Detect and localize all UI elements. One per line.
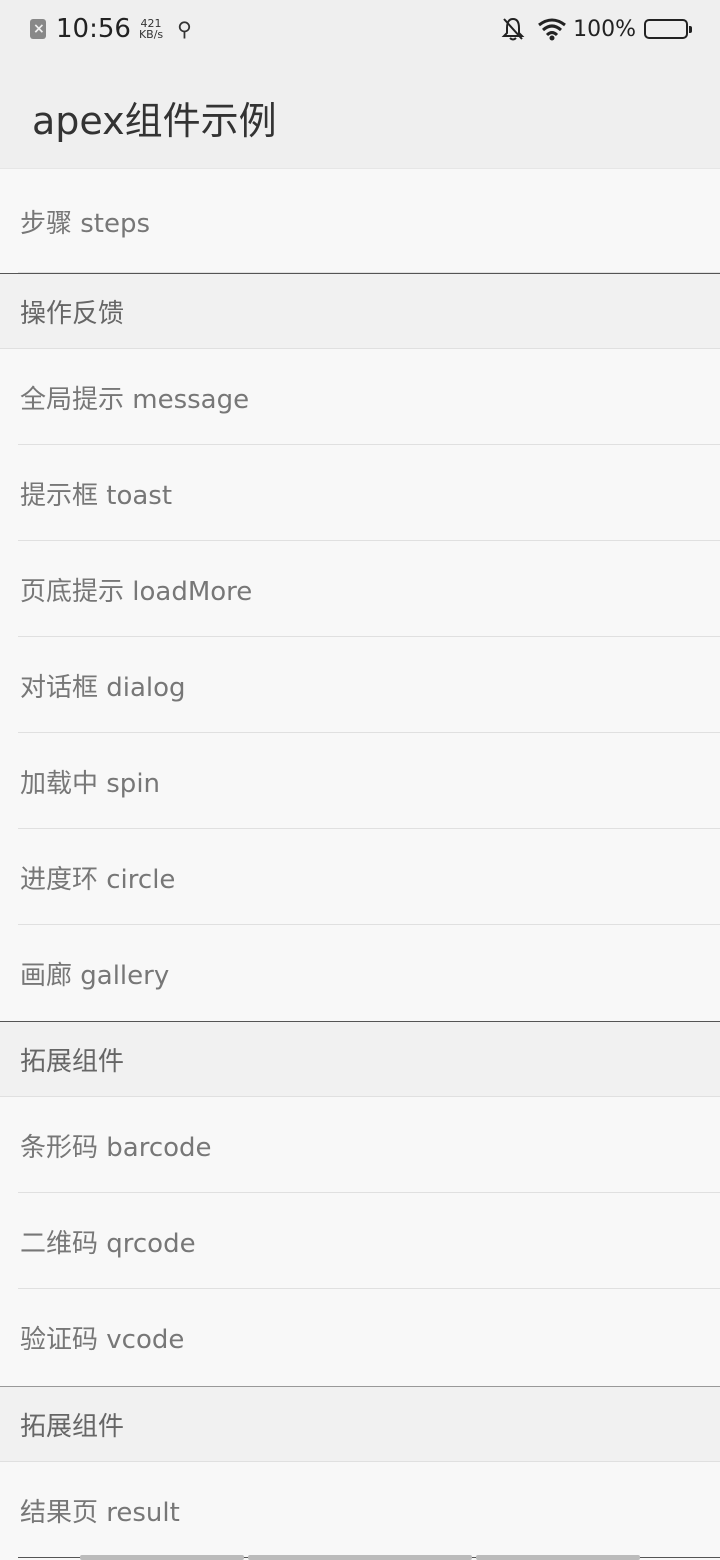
status-bar: 10:56 421 KB/s ⚲ 100% bbox=[0, 0, 720, 58]
page-title: apex组件示例 bbox=[32, 99, 277, 143]
list-item-result[interactable]: 结果页 result bbox=[0, 1462, 720, 1558]
net-speed: 421 KB/s bbox=[139, 18, 163, 40]
section-header-extensions-2: 拓展组件 bbox=[0, 1386, 720, 1462]
list-item-vcode[interactable]: 验证码 vcode bbox=[0, 1289, 720, 1385]
list-item-label: 验证码 vcode bbox=[20, 1324, 185, 1355]
list-item-spin[interactable]: 加载中 spin bbox=[0, 733, 720, 829]
usb-icon: ⚲ bbox=[177, 17, 192, 41]
section-header-extensions: 拓展组件 bbox=[0, 1021, 720, 1097]
battery-percent: 100% bbox=[573, 16, 636, 42]
list-item-barcode[interactable]: 条形码 barcode bbox=[0, 1097, 720, 1193]
list-item-label: 条形码 barcode bbox=[20, 1132, 212, 1163]
section-header-label: 拓展组件 bbox=[20, 1046, 125, 1077]
indicator-segment bbox=[248, 1555, 472, 1560]
list-item-toast[interactable]: 提示框 toast bbox=[0, 445, 720, 541]
list-item-label: 进度环 circle bbox=[20, 864, 176, 895]
app-bar: apex组件示例 bbox=[0, 58, 720, 168]
divider bbox=[0, 273, 720, 274]
list-item-gallery[interactable]: 画廊 gallery bbox=[0, 925, 720, 1021]
list-item-qrcode[interactable]: 二维码 qrcode bbox=[0, 1193, 720, 1289]
sim-error-icon bbox=[30, 19, 46, 39]
list-item-circle[interactable]: 进度环 circle bbox=[0, 829, 720, 925]
section-header-label: 拓展组件 bbox=[20, 1411, 125, 1442]
status-time: 10:56 bbox=[56, 14, 131, 44]
list-item-label: 页底提示 loadMore bbox=[20, 576, 253, 607]
list-item-steps[interactable]: 步骤 steps bbox=[0, 168, 720, 273]
list-item-label: 结果页 result bbox=[20, 1497, 180, 1528]
indicator-segment bbox=[80, 1555, 244, 1560]
list-item-message[interactable]: 全局提示 message bbox=[0, 349, 720, 445]
divider bbox=[0, 1021, 720, 1022]
list-item-label: 加载中 spin bbox=[20, 768, 161, 799]
battery-icon bbox=[644, 19, 692, 39]
list-item-label: 画廊 gallery bbox=[20, 960, 170, 991]
list-item-loadmore[interactable]: 页底提示 loadMore bbox=[0, 541, 720, 637]
list-item-label: 二维码 qrcode bbox=[20, 1228, 196, 1259]
divider bbox=[0, 1386, 720, 1387]
net-speed-unit: KB/s bbox=[138, 28, 164, 41]
mute-bell-icon bbox=[501, 17, 525, 41]
list-item-label: 提示框 toast bbox=[20, 480, 173, 511]
indicator-segment bbox=[476, 1555, 640, 1560]
list-item-label: 对话框 dialog bbox=[20, 672, 186, 703]
scroll-indicator bbox=[0, 1555, 720, 1560]
wifi-icon bbox=[538, 18, 567, 41]
list-item-label: 全局提示 message bbox=[20, 384, 250, 415]
list-item-dialog[interactable]: 对话框 dialog bbox=[0, 637, 720, 733]
section-header-label: 操作反馈 bbox=[20, 298, 125, 329]
list-item-label: 步骤 steps bbox=[20, 208, 151, 239]
section-header-feedback: 操作反馈 bbox=[0, 273, 720, 349]
